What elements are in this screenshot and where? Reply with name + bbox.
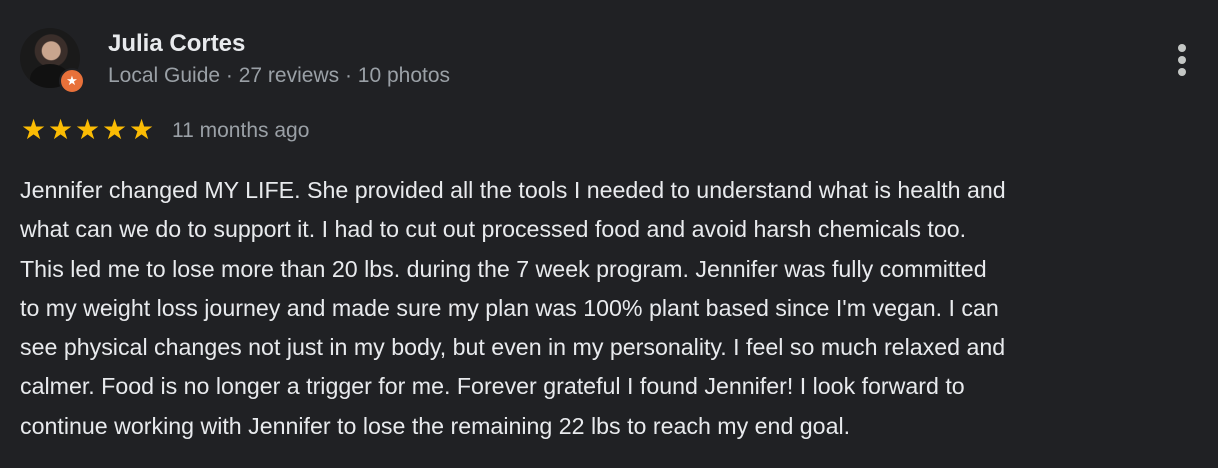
star-icon: ★ [74,114,101,145]
more-options-button[interactable] [1168,40,1196,80]
review-line: calmer. Food is no longer a trigger for … [20,373,965,400]
star-rating: ★ ★ ★ ★ ★ [20,115,155,145]
review-line: Jennifer changed MY LIFE. She provided a… [20,177,1006,203]
star-icon: ★ [128,114,155,145]
review-line: continue working with Jennifer to lose t… [20,412,851,439]
review-line: see physical changes not just in my body… [20,334,1006,361]
star-icon: ★ [20,114,47,145]
review-line: to my weight loss journey and made sure … [20,294,999,321]
review-card: ★ Julia Cortes Local Guide · 27 reviews … [0,0,1218,468]
local-guide-star-icon: ★ [59,68,85,94]
review-line: what can we do to support it. I had to c… [20,216,967,243]
star-icon: ★ [101,114,128,145]
reviewer-meta[interactable]: Local Guide · 27 reviews · 10 photos [108,64,450,88]
reviewer-name[interactable]: Julia Cortes [108,30,245,58]
star-icon: ★ [47,114,74,145]
review-line: This led me to lose more than 20 lbs. du… [20,255,987,282]
review-timestamp: 11 months ago [172,119,310,142]
avatar[interactable]: ★ [20,28,85,94]
review-text: Jennifer changed MY LIFE. She provided a… [20,171,1210,446]
